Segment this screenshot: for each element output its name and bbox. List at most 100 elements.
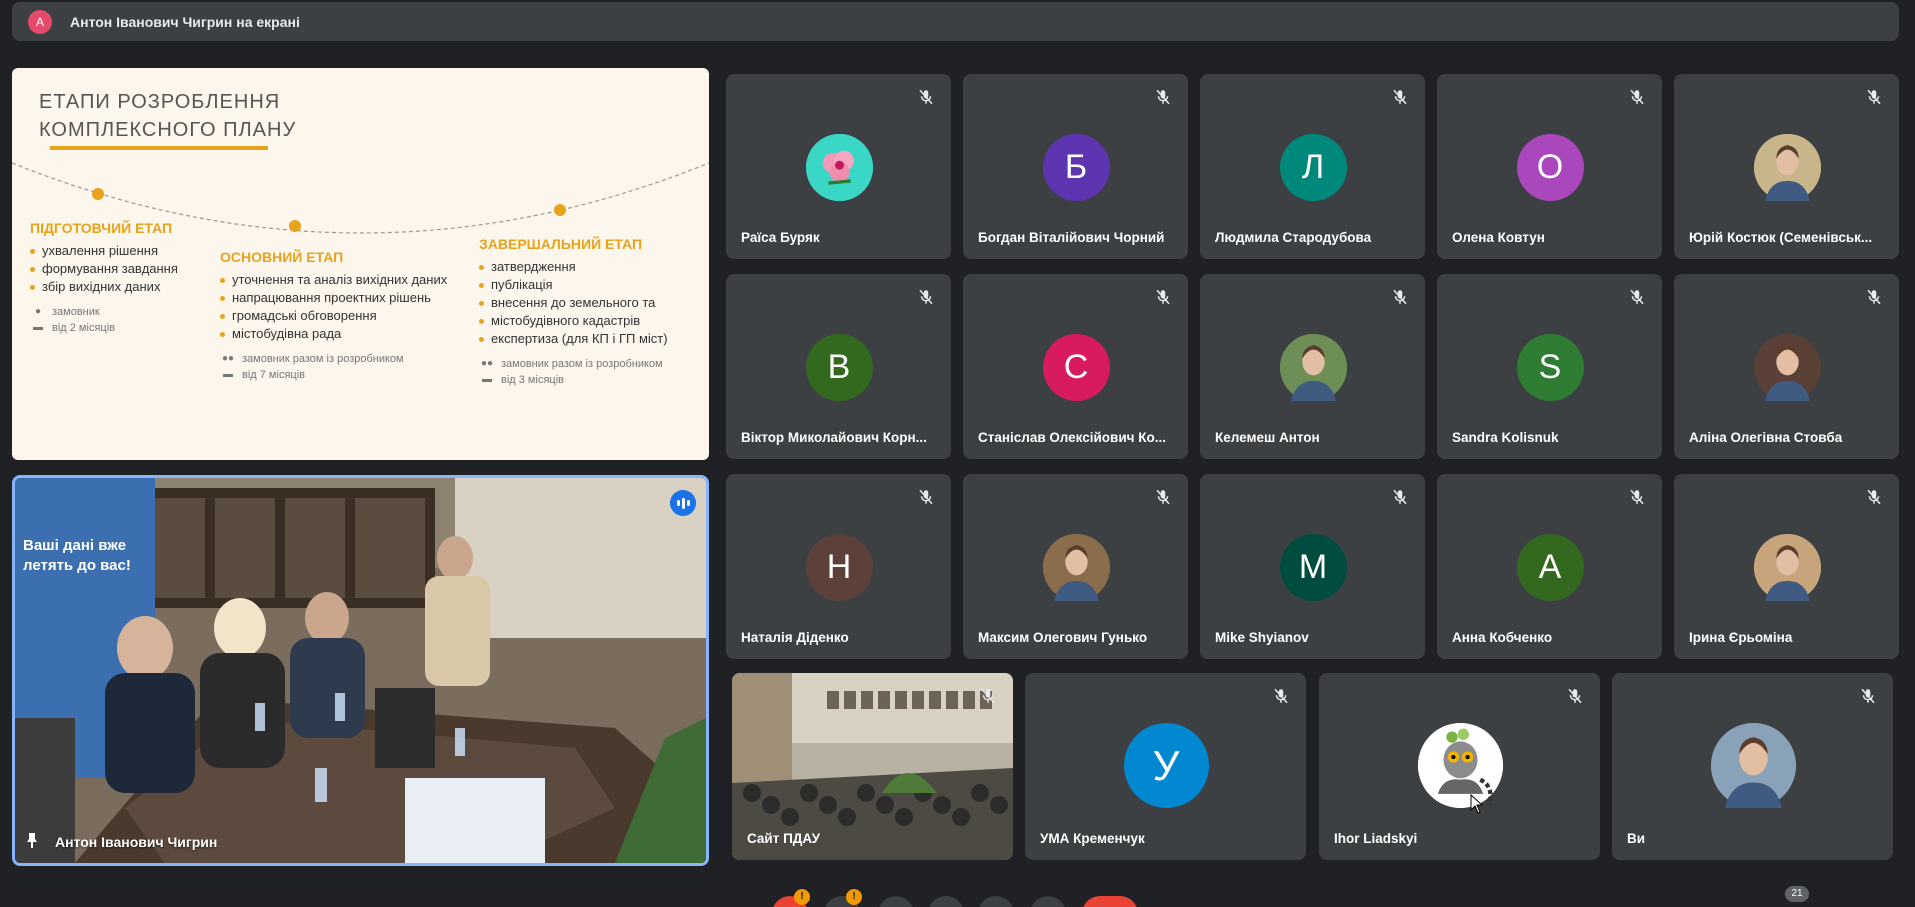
mic-off-icon — [1156, 289, 1170, 305]
participant-tile[interactable]: Келемеш Антон — [1200, 274, 1425, 459]
participant-tile[interactable]: Максим Олегович Гунько — [963, 474, 1188, 659]
participant-avatar — [1753, 534, 1821, 601]
participant-tile[interactable]: Ірина Єрьоміна — [1674, 474, 1899, 659]
present-button[interactable] — [978, 896, 1014, 907]
participant-avatar — [1042, 534, 1110, 601]
mic-off-icon — [1867, 89, 1881, 105]
camera-button[interactable]: ! — [824, 889, 862, 907]
pin-icon[interactable] — [25, 832, 39, 851]
participant-tile[interactable]: А Анна Кобченко — [1437, 474, 1662, 659]
mic-off-icon — [1274, 688, 1288, 704]
participant-tile[interactable]: S Sandra Kolisnuk — [1437, 274, 1662, 459]
mic-off-icon — [1156, 89, 1170, 105]
participant-name: Аліна Олегівна Стовба — [1689, 430, 1843, 445]
stage-title: ОСНОВНИЙ ЕТАП — [220, 249, 344, 265]
participant-name: Sandra Kolisnuk — [1452, 430, 1559, 445]
participant-name: Максим Олегович Гунько — [978, 630, 1148, 645]
mic-off-icon — [919, 89, 933, 105]
more-options-button[interactable] — [1030, 896, 1066, 907]
participant-avatar: Б — [1042, 134, 1110, 201]
mic-off-icon — [1630, 289, 1644, 305]
raise-hand-button[interactable] — [928, 896, 964, 907]
speaking-indicator-icon — [670, 490, 696, 516]
participant-tile[interactable]: В Віктор Миколайович Корн... — [726, 274, 951, 459]
participant-avatar: С — [1042, 334, 1110, 401]
warning-badge: ! — [794, 889, 810, 905]
people-icon: ●● — [221, 353, 235, 364]
shared-screen-slide[interactable]: ЕТАПИ РОЗРОБЛЕННЯ КОМПЛЕКСНОГО ПЛАНУ ПІД… — [12, 68, 709, 460]
stage-item: формування завдання — [30, 260, 220, 278]
participant-avatar — [1753, 334, 1821, 401]
mic-off-icon — [1393, 289, 1407, 305]
participant-avatar — [1753, 134, 1821, 201]
participant-avatar: А — [1516, 534, 1584, 601]
stage-item: містобудівного кадастрів — [479, 312, 704, 330]
stage-duration: від 7 місяців — [242, 369, 305, 381]
participant-tile[interactable]: О Олена Ковтун — [1437, 74, 1662, 259]
speaker-name-row: Антон Іванович Чигрин — [25, 832, 217, 851]
stage-title: ЗАВЕРШАЛЬНИЙ ЕТАП — [479, 236, 643, 252]
stage-item: ухвалення рішення — [30, 242, 220, 260]
participant-name: Наталія Діденко — [741, 630, 849, 645]
participant-name: Сайт ПДАУ — [747, 831, 821, 846]
participant-name: Ірина Єрьоміна — [1689, 630, 1793, 645]
participant-avatar: M — [1279, 534, 1347, 601]
participant-name: Келемеш Антон — [1215, 430, 1320, 445]
participant-name: Ви — [1627, 831, 1646, 846]
participant-avatar: S — [1516, 334, 1584, 401]
participant-tile[interactable]: Юрій Костюк (Семенівськ... — [1674, 74, 1899, 259]
conference-room-video: Ваші дані вже летять до вас! — [15, 478, 706, 863]
slide-title: ЕТАПИ РОЗРОБЛЕННЯ КОМПЛЕКСНОГО ПЛАНУ — [39, 88, 359, 144]
stage-item: напрацювання проектних рішень — [220, 289, 480, 307]
presenter-avatar: А — [28, 9, 52, 34]
participant-name: Віктор Миколайович Корн... — [741, 430, 927, 445]
captions-button[interactable] — [878, 896, 914, 907]
participant-name: Людмила Стародубова — [1215, 230, 1372, 245]
bottom-controls: ! ! — [0, 880, 1915, 907]
participants-count-badge: 21 — [1785, 886, 1809, 902]
participant-tile[interactable]: Л Людмила Стародубова — [1200, 74, 1425, 259]
participant-tile[interactable]: У УМА Кременчук — [1025, 673, 1306, 860]
stage-who: замовник разом із розробником — [242, 353, 404, 365]
participant-avatar: Н — [805, 534, 873, 601]
participant-avatar: У — [1123, 723, 1209, 808]
participant-name: Раїса Буряк — [741, 230, 820, 245]
stage-item: уточнення та аналіз вихідних даних — [220, 271, 480, 289]
people-icon: ●● — [480, 358, 494, 369]
stage-item: публікація — [479, 276, 704, 294]
participant-name: Станіслав Олексійович Ко... — [978, 430, 1166, 445]
mic-button[interactable]: ! — [772, 889, 810, 907]
active-speaker-tile[interactable]: Ваші дані вже летять до вас! Антон Івано… — [12, 475, 709, 866]
banner-text-2: летять до вас! — [23, 557, 131, 574]
participant-tile[interactable]: M Mike Shyianov — [1200, 474, 1425, 659]
participant-avatar: О — [1516, 134, 1584, 201]
participant-name: Юрій Костюк (Семенівськ... — [1689, 230, 1873, 245]
mic-off-icon — [1630, 489, 1644, 505]
person-icon: ● — [34, 306, 42, 317]
participant-avatar — [805, 134, 873, 201]
participant-tile[interactable]: Ihor Liadskyi — [1319, 673, 1600, 860]
stage-item: затвердження — [479, 258, 704, 276]
stage-item: збір вихідних даних — [30, 278, 220, 296]
participant-name: УМА Кременчук — [1040, 831, 1145, 846]
stage-item: експертиза (для КП і ГП міст) — [479, 330, 704, 348]
leave-call-button[interactable] — [1082, 896, 1138, 907]
participant-tile[interactable]: С Станіслав Олексійович Ко... — [963, 274, 1188, 459]
stage-duration: від 2 місяців — [52, 322, 115, 334]
mic-off-icon — [919, 489, 933, 505]
participant-tile[interactable]: Н Наталія Діденко — [726, 474, 951, 659]
participant-name: Анна Кобченко — [1452, 630, 1553, 645]
banner-text-1: Ваші дані вже — [23, 537, 126, 554]
mic-off-icon — [1630, 89, 1644, 105]
participant-avatar: В — [805, 334, 873, 401]
participant-tile[interactable]: Сайт ПДАУ — [732, 673, 1013, 860]
stage-who: замовник — [52, 306, 100, 318]
participant-tile[interactable]: Аліна Олегівна Стовба — [1674, 274, 1899, 459]
stage-item: громадські обговорення — [220, 307, 480, 325]
participant-avatar — [1279, 334, 1347, 401]
stage-main: ОСНОВНИЙ ЕТАП уточнення та аналіз вихідн… — [220, 249, 480, 383]
participant-tile[interactable]: Ви — [1612, 673, 1893, 860]
participant-tile[interactable]: Б Богдан Віталійович Чорний — [963, 74, 1188, 259]
participant-tile[interactable]: Раїса Буряк — [726, 74, 951, 259]
calendar-icon: ▬ — [223, 369, 233, 380]
